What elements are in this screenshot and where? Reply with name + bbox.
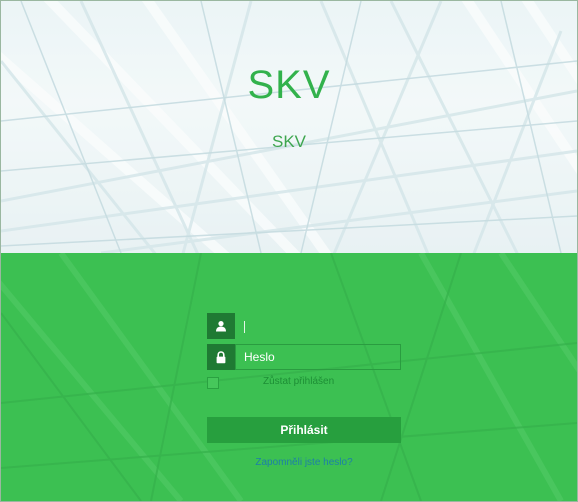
login-page: SKV SKV Heslo Zůstat přihlášen Přihlásit…	[0, 0, 578, 502]
username-input[interactable]	[235, 313, 401, 337]
user-icon	[207, 313, 235, 339]
remember-label[interactable]: Zůstat přihlášen	[263, 376, 334, 387]
architecture-background-image	[1, 1, 577, 253]
remember-checkbox[interactable]	[207, 377, 219, 389]
brand-subtitle: SKV	[271, 132, 307, 151]
remember-row: Zůstat přihlášen	[207, 376, 401, 389]
brand-title: SKV	[247, 63, 331, 107]
login-button[interactable]: Přihlásit	[207, 417, 401, 443]
password-input[interactable]: Heslo	[235, 344, 401, 370]
username-field	[207, 313, 401, 339]
hero-banner: SKV SKV	[1, 1, 577, 253]
password-field: Heslo	[207, 344, 401, 370]
lock-icon	[207, 344, 235, 370]
forgot-password-link[interactable]: Zapomněli jste heslo?	[207, 457, 401, 468]
text-cursor	[244, 320, 245, 333]
